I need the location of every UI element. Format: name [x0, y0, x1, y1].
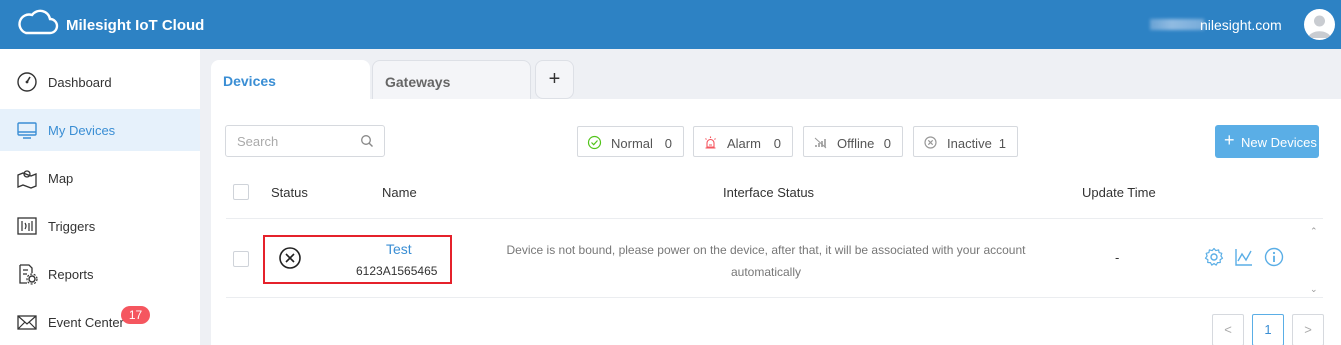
user-email[interactable]: nilesight.com [1200, 17, 1282, 33]
filter-label: Inactive [947, 136, 992, 151]
user-email-redacted [1150, 19, 1204, 30]
device-serial-number: 6123A1565465 [356, 264, 438, 278]
column-header-update-time: Update Time [1082, 185, 1156, 200]
select-all-checkbox[interactable] [233, 184, 249, 200]
map-icon [17, 170, 37, 189]
next-page-button[interactable]: > [1292, 314, 1324, 345]
scroll-up-icon[interactable]: ⌃ [1310, 226, 1318, 237]
sidebar-item-label: Reports [48, 267, 94, 282]
new-devices-button[interactable]: + New Devices [1215, 125, 1319, 158]
tab-devices[interactable]: Devices [211, 60, 370, 99]
sidebar-item-label: My Devices [48, 123, 116, 138]
tab-gateways[interactable]: Gateways [372, 60, 531, 99]
x-circle-icon [924, 136, 937, 149]
update-time: - [1115, 250, 1120, 265]
table-header-divider [226, 218, 1323, 219]
sidebar-item-my-devices[interactable]: My Devices [0, 109, 200, 151]
event-count-badge: 17 [121, 306, 150, 324]
alarm-siren-icon [705, 136, 716, 149]
sidebar-item-triggers[interactable]: Triggers [0, 205, 200, 247]
prev-page-button[interactable]: < [1212, 314, 1244, 345]
filter-label: Normal [611, 136, 653, 151]
device-name-link[interactable]: Test [386, 241, 412, 257]
filter-count: 0 [773, 136, 781, 151]
cloud-logo-icon [18, 9, 59, 35]
sidebar-item-label: Dashboard [48, 75, 112, 90]
inactive-status-icon [279, 247, 301, 269]
filter-label: Offline [837, 136, 875, 151]
envelope-icon [17, 315, 37, 330]
new-devices-label: New Devices [1241, 135, 1317, 150]
filter-inactive[interactable]: Inactive 1 [913, 126, 1018, 157]
sidebar-item-event-center[interactable]: Event Center 17 [0, 301, 200, 343]
add-tab-button[interactable]: + [535, 60, 574, 99]
sidebar: Dashboard My Devices Map Triggers Report… [0, 49, 200, 345]
check-circle-icon [587, 135, 602, 150]
top-header: Milesight IoT Cloud nilesight.com [0, 0, 1341, 49]
sidebar-item-label: Map [48, 171, 74, 186]
avatar[interactable] [1304, 9, 1335, 40]
column-header-status: Status [271, 185, 308, 200]
triggers-icon [17, 217, 37, 235]
settings-gear-icon[interactable] [1204, 247, 1224, 267]
filter-count: 1 [998, 136, 1006, 151]
sidebar-item-dashboard[interactable]: Dashboard [0, 61, 200, 103]
search-icon[interactable] [360, 134, 374, 148]
sidebar-item-label: Triggers [48, 219, 96, 234]
signal-off-icon [814, 137, 827, 149]
reports-gear-icon [19, 264, 38, 285]
app-title: Milesight IoT Cloud [66, 17, 205, 34]
filter-alarm[interactable]: Alarm 0 [693, 126, 793, 157]
row-checkbox[interactable] [233, 251, 249, 267]
table-row-divider [226, 297, 1323, 298]
scroll-down-icon[interactable]: ⌄ [1310, 284, 1318, 295]
filter-normal[interactable]: Normal 0 [577, 126, 684, 157]
user-avatar-icon [1308, 15, 1331, 38]
column-header-interface-status: Interface Status [723, 185, 815, 200]
sidebar-item-label: Event Center [48, 315, 124, 330]
info-icon[interactable] [1264, 247, 1284, 267]
interface-status-text: Device is not bound, please power on the… [506, 243, 1026, 279]
filter-count: 0 [883, 136, 891, 151]
filter-label: Alarm [727, 136, 761, 151]
sidebar-item-map[interactable]: Map [0, 157, 200, 199]
tab-label: Devices [223, 73, 276, 89]
plus-icon: + [1224, 130, 1235, 150]
monitor-icon [17, 122, 37, 139]
dashboard-gauge-icon [17, 72, 37, 92]
filter-offline[interactable]: Offline 0 [803, 126, 903, 157]
page-1-button[interactable]: 1 [1252, 314, 1284, 345]
tab-label: Gateways [385, 74, 451, 90]
column-header-name: Name [382, 185, 417, 200]
chart-line-icon[interactable] [1234, 247, 1254, 267]
filter-count: 0 [664, 136, 672, 151]
sidebar-item-reports[interactable]: Reports [0, 253, 200, 295]
